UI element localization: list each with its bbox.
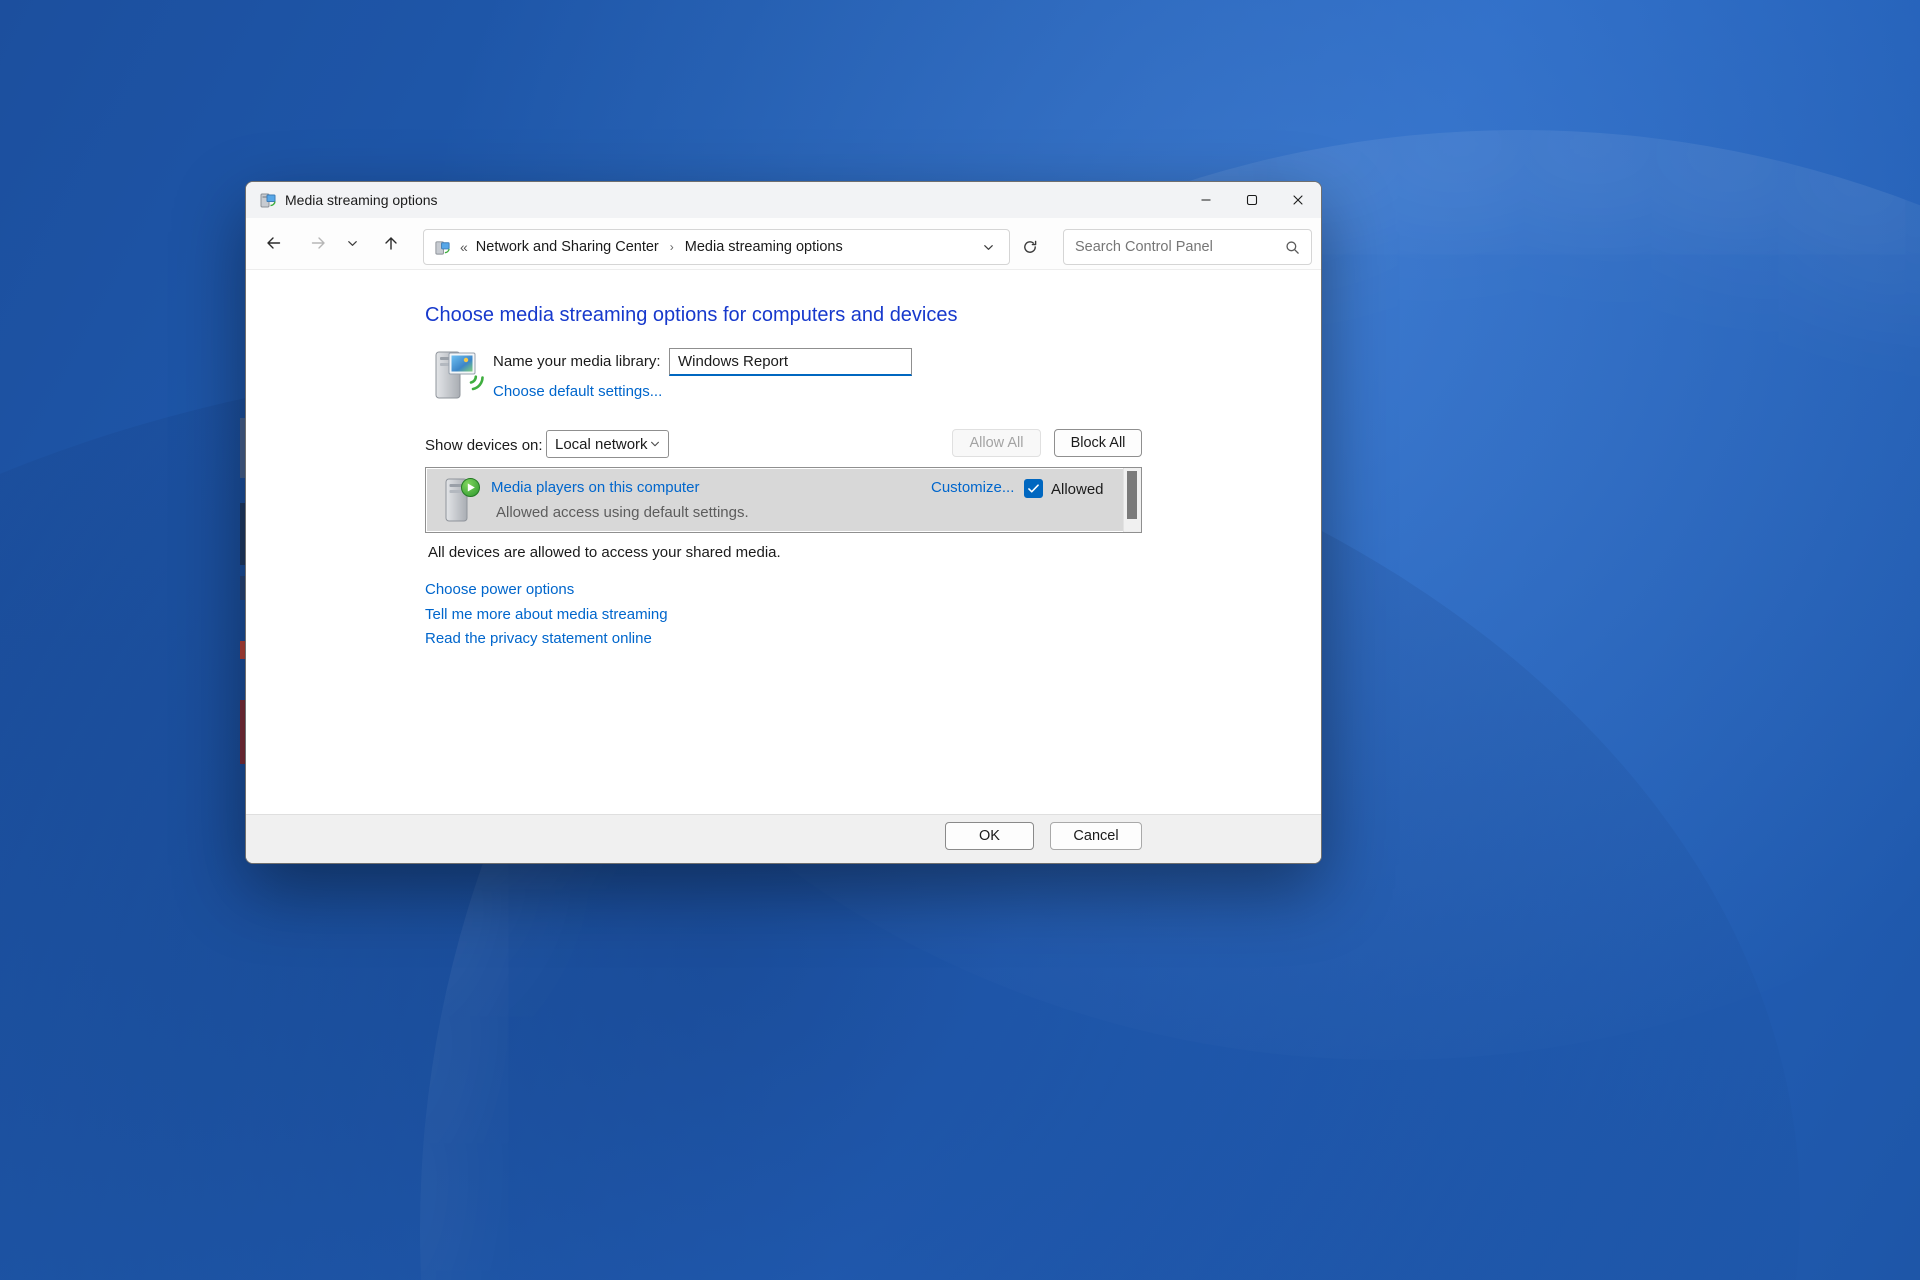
search-icon [1285, 240, 1300, 255]
media-streaming-app-icon [259, 191, 277, 209]
scrollbar-thumb[interactable] [1127, 471, 1137, 519]
breadcrumb-separator-icon: › [669, 240, 674, 254]
device-status-text: Allowed access using default settings. [496, 504, 749, 521]
search-input[interactable] [1064, 239, 1285, 255]
ok-button[interactable]: OK [945, 822, 1034, 850]
desktop: Media streaming options « Network and Sh… [0, 0, 1920, 1280]
privacy-statement-link[interactable]: Read the privacy statement online [425, 630, 652, 647]
forward-button[interactable] [299, 226, 337, 260]
title-bar: Media streaming options [246, 182, 1321, 218]
dialog-footer: OK Cancel [246, 814, 1321, 863]
media-streaming-info-link[interactable]: Tell me more about media streaming [425, 606, 668, 623]
up-button[interactable] [372, 226, 410, 260]
choose-default-settings-link[interactable]: Choose default settings... [493, 383, 662, 400]
device-row[interactable]: Media players on this computer Allowed a… [427, 469, 1124, 531]
allowed-checkbox[interactable] [1024, 479, 1043, 498]
device-list: Media players on this computer Allowed a… [425, 467, 1142, 533]
close-button[interactable] [1275, 182, 1321, 218]
show-devices-label: Show devices on: [425, 437, 543, 454]
devices-note: All devices are allowed to access your s… [428, 544, 781, 561]
maximize-button[interactable] [1229, 182, 1275, 218]
customize-link[interactable]: Customize... [931, 479, 1014, 496]
network-scope-value: Local network [555, 435, 648, 453]
media-library-icon [433, 345, 485, 408]
search-box [1063, 229, 1312, 265]
breadcrumb-overflow[interactable]: « [460, 239, 468, 255]
network-scope-select[interactable]: Local network [546, 430, 669, 458]
address-bar[interactable]: « Network and Sharing Center › Media str… [423, 229, 1010, 265]
library-name-label: Name your media library: [493, 353, 661, 370]
allowed-label: Allowed [1051, 481, 1104, 498]
media-player-link[interactable]: Media players on this computer [491, 479, 699, 496]
address-dropdown-chevron-icon[interactable] [982, 241, 995, 254]
location-icon [434, 239, 451, 256]
media-streaming-window: Media streaming options « Network and Sh… [245, 181, 1322, 864]
block-all-button[interactable]: Block All [1054, 429, 1142, 457]
allow-all-button[interactable]: Allow All [952, 429, 1041, 457]
breadcrumb-item-media-streaming[interactable]: Media streaming options [685, 239, 843, 255]
back-button[interactable] [254, 226, 292, 260]
library-name-input[interactable] [669, 348, 912, 376]
window-controls [1183, 182, 1321, 218]
refresh-button[interactable] [1013, 229, 1047, 265]
breadcrumb-item-network-sharing[interactable]: Network and Sharing Center [476, 239, 659, 255]
window-title: Media streaming options [285, 192, 438, 208]
recent-locations-chevron[interactable] [340, 226, 364, 260]
select-chevron-down-icon [649, 438, 661, 450]
cancel-button[interactable]: Cancel [1050, 822, 1142, 850]
choose-power-options-link[interactable]: Choose power options [425, 581, 574, 598]
media-player-icon [443, 474, 481, 531]
device-list-scrollbar[interactable] [1123, 468, 1141, 532]
page-title: Choose media streaming options for compu… [425, 304, 958, 326]
minimize-button[interactable] [1183, 182, 1229, 218]
